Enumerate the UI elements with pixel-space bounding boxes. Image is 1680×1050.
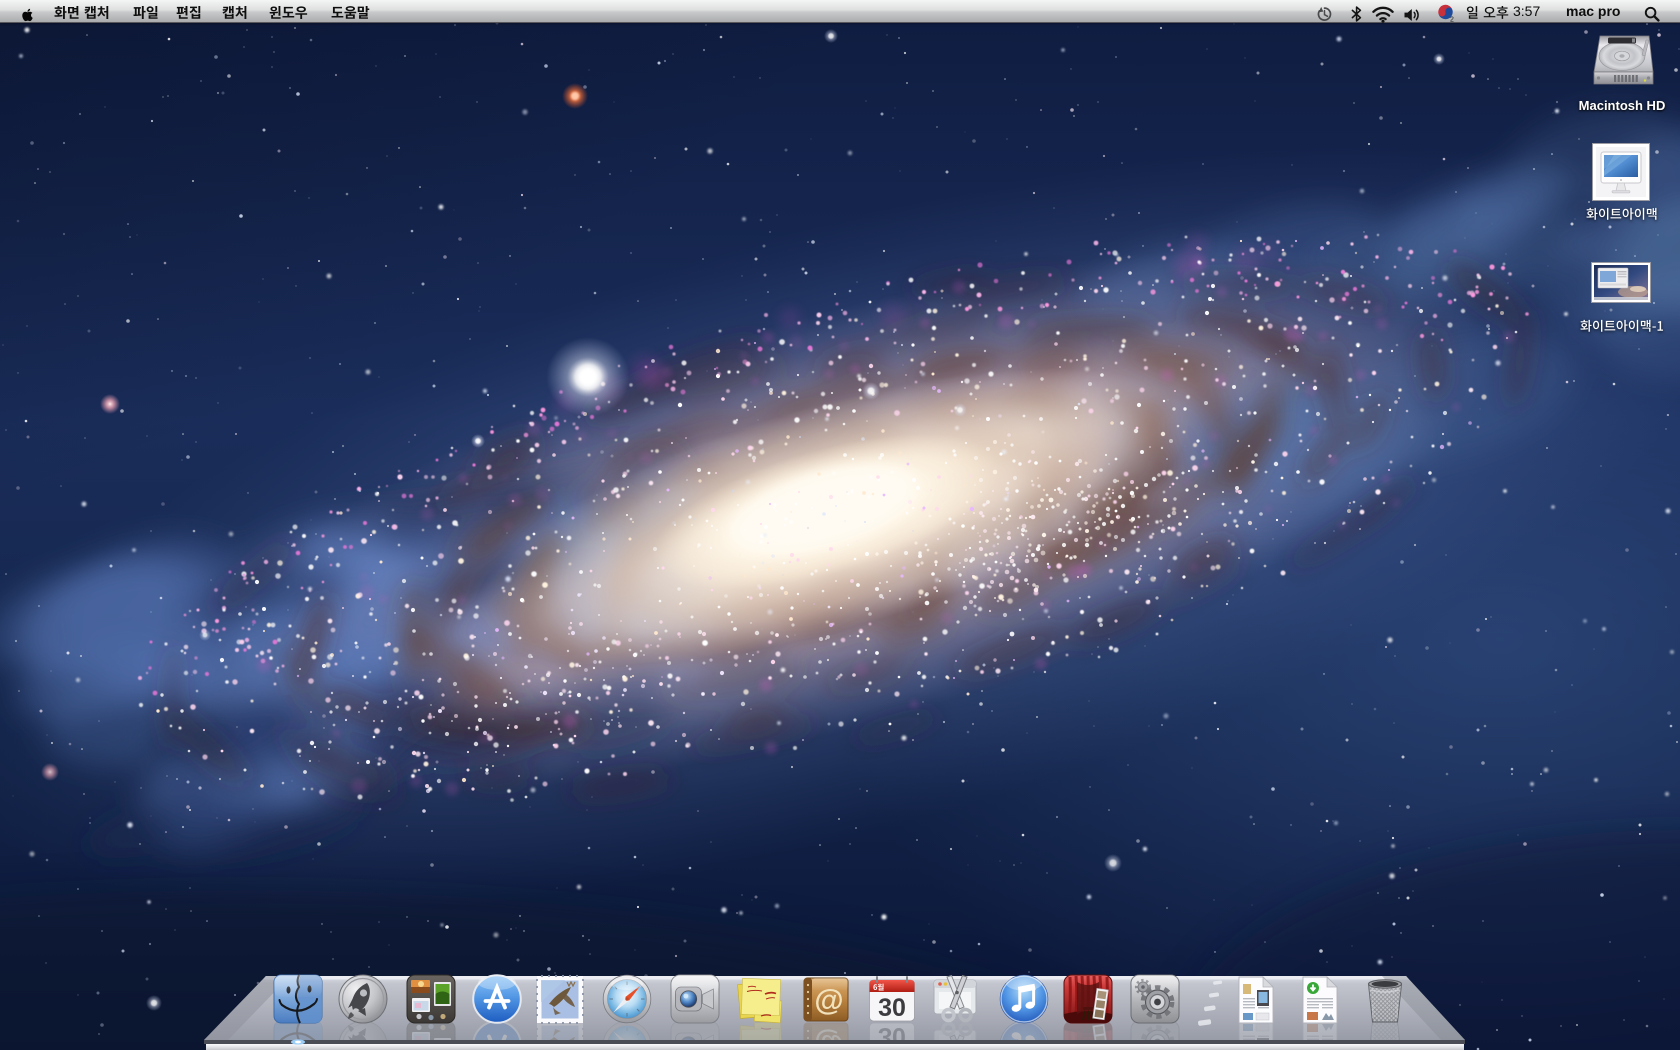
- svg-text:2: 2: [1450, 17, 1454, 24]
- svg-text:30: 30: [878, 994, 906, 1022]
